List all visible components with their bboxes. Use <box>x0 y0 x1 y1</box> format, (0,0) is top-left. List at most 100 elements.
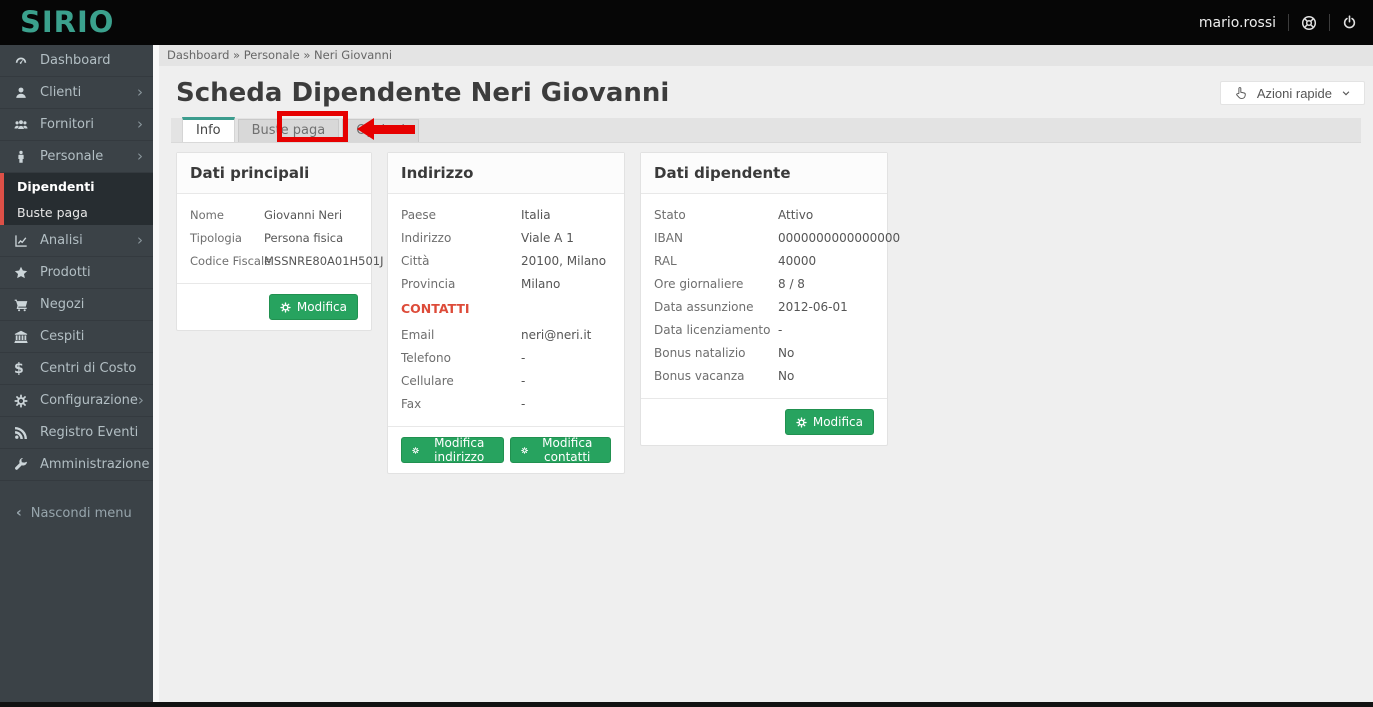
field-value: - <box>521 351 526 365</box>
sidebar-item-registro-eventi[interactable]: Registro Eventi <box>0 417 153 449</box>
sidebar-subitem-label: Dipendenti <box>17 178 95 194</box>
field-value: 0000000000000000 <box>778 231 901 245</box>
field-value: Italia <box>521 208 551 222</box>
chevron-right-icon: › <box>137 147 143 165</box>
field-label: Telefono <box>401 351 451 365</box>
field-label: Ore giornaliere <box>654 277 744 291</box>
gear-icon <box>521 446 529 454</box>
sirio-logo[interactable]: SIRIO <box>20 0 114 45</box>
sidebar: Dashboard Clienti › Fornitori › Personal… <box>0 45 153 702</box>
button-label: Modifica <box>296 300 347 314</box>
field-row: Paese Italia <box>401 209 611 222</box>
panel-dati-principali: Dati principali Nome Giovanni Neri Tipolo… <box>176 152 384 331</box>
users-icon <box>14 118 40 132</box>
gear-icon <box>412 446 419 454</box>
edit-contacts-button[interactable]: Modifica contatti <box>510 436 611 464</box>
field-label: Bonus vacanza <box>654 369 745 383</box>
field-value: MSSNRE80A01H501J <box>264 254 384 268</box>
sidebar-item-label: Personale <box>40 149 104 164</box>
panel-body: Paese Italia Indirizzo Viale A 1 Città 2010… <box>388 194 624 426</box>
field-label: Cellulare <box>401 374 454 388</box>
field-row: Stato Attivo <box>654 209 874 222</box>
page-header: Scheda Dipendente Neri Giovanni Azioni r… <box>159 66 1373 118</box>
sidebar-item-personale[interactable]: Personale › <box>0 141 153 173</box>
sidebar-subitem-buste-paga[interactable]: Buste paga <box>4 199 153 225</box>
field-value: Viale A 1 <box>521 231 574 245</box>
divider <box>1288 14 1289 31</box>
sidebar-item-amministrazione[interactable]: Amministrazione <box>0 449 153 481</box>
field-label: Bonus natalizio <box>654 346 746 360</box>
field-value: neri@neri.it <box>521 328 592 342</box>
panel-dati-dipendente: Dati dipendente Stato Attivo IBAN 00000000… <box>640 152 900 446</box>
sidebar-item-cespiti[interactable]: Cespiti <box>0 321 153 353</box>
sidebar-item-label: Centri di Costo <box>40 361 137 376</box>
field-label: Provincia <box>401 277 456 291</box>
sidebar-item-label: Prodotti <box>40 265 91 280</box>
field-value: 20100, Milano <box>521 254 607 268</box>
field-label: Email <box>401 328 435 342</box>
panel-body: Nome Giovanni Neri Tipologia Persona fisic… <box>177 194 384 283</box>
field-row: Bonus vacanza No <box>654 370 874 383</box>
chart-icon <box>14 234 40 248</box>
sidebar-item-label: Registro Eventi <box>40 425 139 440</box>
field-value: 2012-06-01 <box>778 300 848 314</box>
field-row: Fax - <box>401 398 611 411</box>
gear-icon <box>14 393 40 408</box>
username[interactable]: mario.rossi <box>1199 15 1276 31</box>
panel-title: Indirizzo <box>388 153 624 194</box>
sidebar-item-clienti[interactable]: Clienti › <box>0 77 153 109</box>
field-label: RAL <box>654 254 677 268</box>
field-value: - <box>521 397 526 411</box>
user-menu: mario.rossi <box>1199 14 1357 31</box>
field-row: Indirizzo Viale A 1 <box>401 232 611 245</box>
panel-body: Stato Attivo IBAN 0000000000000000 RAL 4000… <box>641 194 900 398</box>
sidebar-item-analisi[interactable]: Analisi › <box>0 225 153 257</box>
sidebar-item-dashboard[interactable]: Dashboard <box>0 45 153 77</box>
tab-opzioni[interactable]: Opzioni <box>342 119 419 142</box>
sidebar-item-fornitori[interactable]: Fornitori › <box>0 109 153 141</box>
field-value: No <box>778 369 795 383</box>
sidebar-item-label: Analisi <box>40 233 83 248</box>
sidebar-item-negozi[interactable]: Negozi <box>0 289 153 321</box>
field-label: Stato <box>654 208 686 222</box>
field-value: No <box>778 346 795 360</box>
field-value: Milano <box>521 277 561 291</box>
sidebar-item-prodotti[interactable]: Prodotti <box>0 257 153 289</box>
gear-icon <box>796 416 807 428</box>
field-value: 40000 <box>778 254 817 268</box>
field-row: Tipologia Persona fisica <box>190 232 358 245</box>
panels-row: Dati principali Nome Giovanni Neri Tipolo… <box>159 143 1373 474</box>
sidebar-item-label: Negozi <box>40 297 85 312</box>
chevron-down-icon <box>1341 88 1351 98</box>
edit-employee-data-button[interactable]: Modifica <box>784 409 874 435</box>
rss-icon <box>14 426 40 440</box>
chevron-right-icon: › <box>137 231 143 249</box>
edit-address-button[interactable]: Modifica indirizzo <box>401 436 505 464</box>
field-row: Nome Giovanni Neri <box>190 209 358 222</box>
wrench-icon <box>14 457 40 472</box>
field-row: Data licenziamento - <box>654 324 874 337</box>
sidebar-subitem-dipendenti[interactable]: Dipendenti <box>4 173 153 199</box>
sidebar-item-configurazione[interactable]: Configurazione › <box>0 385 153 417</box>
field-label: Indirizzo <box>401 231 452 245</box>
field-label: Città <box>401 254 430 268</box>
button-label: Modifica indirizzo <box>434 436 485 464</box>
tab-buste-paga[interactable]: Buste paga <box>237 119 340 142</box>
globe-icon[interactable] <box>1301 15 1317 31</box>
edit-main-data-button[interactable]: Modifica <box>268 294 358 320</box>
panel-title: Dati principali <box>177 153 371 194</box>
sidebar-item-label: Configurazione <box>40 393 138 408</box>
bank-icon <box>14 330 40 344</box>
field-row: Telefono - <box>401 352 611 365</box>
bottom-scrollbar[interactable] <box>0 702 1373 707</box>
breadcrumb[interactable]: Dashboard » Personale » Neri Giovanni <box>159 45 1373 66</box>
field-row: RAL 40000 <box>654 255 874 268</box>
field-row: Bonus natalizio No <box>654 347 874 360</box>
tab-info[interactable]: Info <box>182 117 235 142</box>
sidebar-collapse[interactable]: ‹ Nascondi menu <box>0 505 153 521</box>
app-window: SIRIO mario.rossi Dashboard Clienti › Fo… <box>0 0 1373 707</box>
gauge-icon <box>14 54 40 68</box>
power-icon[interactable] <box>1342 15 1357 30</box>
sidebar-item-centri-di-costo[interactable]: $ Centri di Costo <box>0 353 153 385</box>
quick-actions-button[interactable]: Azioni rapide <box>1219 81 1365 105</box>
